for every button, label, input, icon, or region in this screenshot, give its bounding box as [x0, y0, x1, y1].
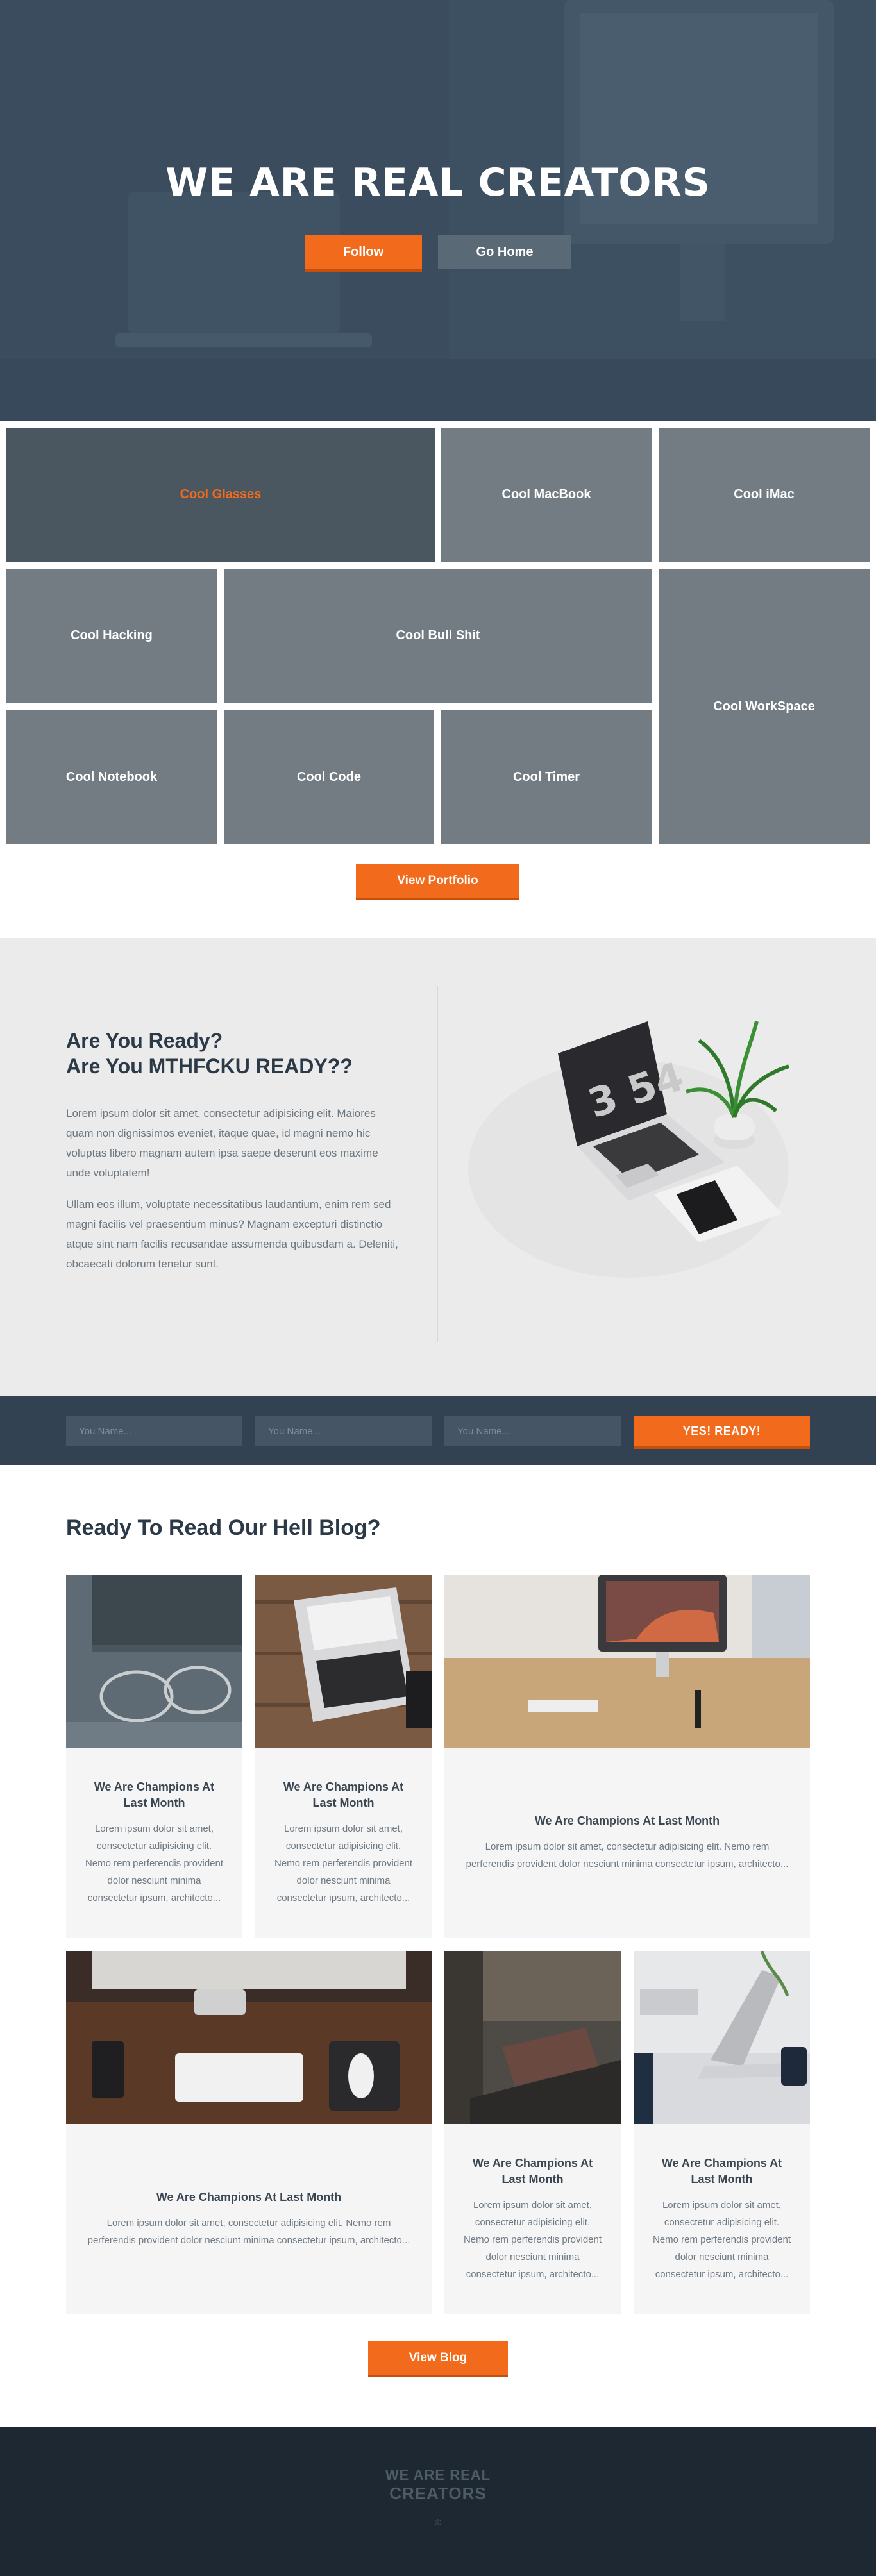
subscribe-bar: YES! READY! [0, 1396, 876, 1465]
blog-card-1[interactable]: We Are Champions At Last Month Lorem ips… [66, 1575, 242, 1938]
hero-title: WE ARE REAL CREATORS [165, 160, 711, 205]
portfolio-tile-imac[interactable]: Cool iMac [659, 428, 870, 562]
tile-label: Cool WorkSpace [713, 699, 815, 714]
imac-desk-image [444, 1575, 810, 1748]
portfolio-tile-bullshit[interactable]: Cool Bull Shit [224, 569, 652, 703]
blog-card-title: We Are Champions At Last Month [661, 2157, 782, 2186]
tile-label: Cool Bull Shit [396, 628, 480, 642]
blog-card-2[interactable]: We Are Champions At Last Month Lorem ips… [255, 1575, 432, 1938]
blog-card-text: We Are Champions At Last Month Lorem ips… [66, 2124, 432, 2314]
ready-heading: Are You Ready? Are You MTHFCKU READY?? [66, 1028, 353, 1079]
portfolio-tile-code[interactable]: Cool Code [224, 710, 434, 844]
blog-card-body: Lorem ipsum dolor sit amet, consectetur … [87, 2218, 410, 2246]
laptop-plant-image: 3 54 [468, 1021, 789, 1278]
tile-label: Cool Code [297, 769, 361, 784]
portfolio-tile-hacking[interactable]: Cool Hacking [6, 569, 217, 703]
blog-card-body: Lorem ipsum dolor sit amet, consectetur … [466, 1841, 789, 1869]
portfolio-tile-workspace[interactable]: Cool WorkSpace [659, 569, 870, 844]
footer-logo-line2[interactable]: CREATORS [0, 2484, 876, 2504]
blog-card-body: Lorem ipsum dolor sit amet, consectetur … [85, 1823, 224, 1903]
blog-card-title: We Are Champions At Last Month [94, 1780, 215, 1809]
footer: WE ARE REAL CREATORS —©— [0, 2427, 876, 2576]
name-input-1[interactable] [66, 1416, 242, 1446]
laptop-desk-image [255, 1575, 432, 1748]
footer-copyright: —©— [425, 2517, 451, 2527]
glasses-laptop-image [66, 1575, 242, 1748]
blog-card-4[interactable]: We Are Champions At Last Month Lorem ips… [66, 1951, 432, 2314]
tile-label: Cool MacBook [501, 487, 591, 501]
blog-card-title: We Are Champions At Last Month [156, 2191, 342, 2204]
tile-label: Cool Glasses [180, 487, 262, 501]
ready-heading-line1: Are You Ready? [66, 1029, 223, 1052]
view-portfolio-button[interactable]: View Portfolio [356, 864, 519, 898]
blog-card-title: We Are Champions At Last Month [283, 1780, 404, 1809]
go-home-button[interactable]: Go Home [438, 235, 571, 269]
blog-heading: Ready To Read Our Hell Blog? [66, 1516, 381, 1540]
footer-logo-line1[interactable]: WE ARE REAL [0, 2467, 876, 2484]
portfolio-tile-notebook[interactable]: Cool Notebook [6, 710, 217, 844]
follow-button[interactable]: Follow [305, 235, 422, 269]
tile-label: Cool Notebook [65, 769, 158, 784]
ready-paragraph-1: Lorem ipsum dolor sit amet, consectetur … [66, 1107, 378, 1179]
blog-card-body: Lorem ipsum dolor sit amet, consectetur … [652, 2200, 791, 2280]
blog-card-text: We Are Champions At Last Month Lorem ips… [444, 1748, 810, 1938]
hero-section: WE ARE REAL CREATORS Follow Go Home [0, 0, 876, 421]
portfolio-tile-timer[interactable]: Cool Timer [441, 710, 652, 844]
blog-card-5[interactable]: We Are Champions At Last Month Lorem ips… [444, 1951, 621, 2314]
ready-divider [437, 986, 438, 1342]
ready-heading-line2: Are You MTHFCKU READY?? [66, 1055, 353, 1078]
ready-section: Are You Ready? Are You MTHFCKU READY?? L… [0, 938, 876, 1396]
name-input-3[interactable] [444, 1416, 621, 1446]
blog-card-3[interactable]: We Are Champions At Last Month Lorem ips… [444, 1575, 810, 1938]
blog-card-body: Lorem ipsum dolor sit amet, consectetur … [463, 2200, 602, 2280]
laptop-mug-image [634, 1951, 810, 2124]
view-blog-button[interactable]: View Blog [368, 2341, 508, 2375]
blog-card-text: We Are Champions At Last Month Lorem ips… [634, 2124, 810, 2314]
blog-card-body: Lorem ipsum dolor sit amet, consectetur … [274, 1823, 413, 1903]
blog-card-title: We Are Champions At Last Month [472, 2157, 593, 2186]
laptop-notebook-image [444, 1951, 621, 2124]
blog-card-title: We Are Champions At Last Month [534, 1814, 720, 1827]
hero-background-image [0, 0, 876, 421]
tile-label: Cool Hacking [71, 628, 153, 642]
portfolio-tile-glasses[interactable]: Cool Glasses [6, 428, 435, 562]
tile-label: Cool Timer [512, 769, 580, 784]
blog-card-6[interactable]: We Are Champions At Last Month Lorem ips… [634, 1951, 810, 2314]
workspace-keyboard-image [66, 1951, 432, 2124]
name-input-2[interactable] [255, 1416, 432, 1446]
blog-card-text: We Are Champions At Last Month Lorem ips… [255, 1748, 432, 1938]
blog-card-text: We Are Champions At Last Month Lorem ips… [66, 1748, 242, 1938]
yes-ready-button[interactable]: YES! READY! [634, 1416, 810, 1446]
blog-card-text: We Are Champions At Last Month Lorem ips… [444, 2124, 621, 2314]
ready-paragraph-2: Ullam eos illum, voluptate necessitatibu… [66, 1198, 398, 1270]
tile-label: Cool iMac [734, 487, 795, 501]
portfolio-tile-macbook[interactable]: Cool MacBook [441, 428, 652, 562]
